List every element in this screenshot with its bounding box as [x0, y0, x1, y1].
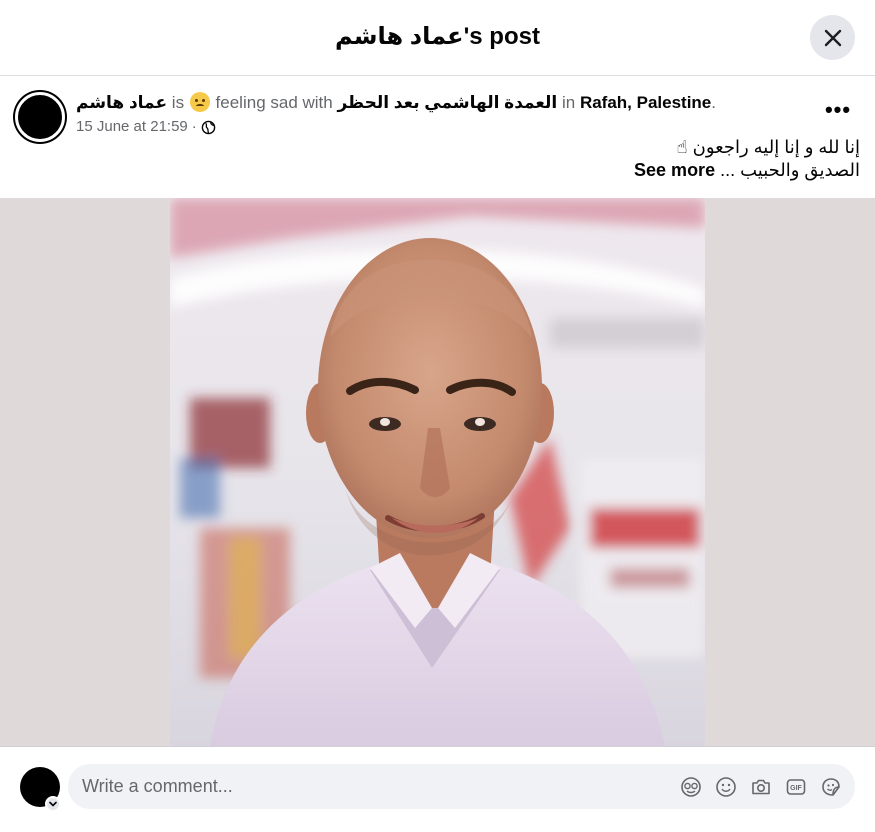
camera-button[interactable] [748, 774, 773, 799]
post-timestamp-row: 15 June at 21:59 · [76, 118, 216, 136]
comment-input[interactable] [82, 764, 662, 809]
more-options-button[interactable]: ••• [820, 99, 856, 130]
comment-actions: GIF [678, 774, 843, 799]
post-text-line-1: إنا لله و إنا إليه راجعون ☝ [676, 137, 860, 157]
avatar-switch-button[interactable] [45, 796, 61, 812]
post-header: عماد هاشم is feeling sad with العمدة اله… [0, 76, 875, 198]
avatar-sticker-icon [680, 776, 701, 797]
post-timestamp[interactable]: 15 June at 21:59 [76, 118, 188, 136]
close-icon [824, 29, 841, 46]
dialog-title: عماد هاشم's post [335, 23, 540, 50]
close-button[interactable] [810, 15, 855, 60]
avatar-sticker-button[interactable] [678, 774, 703, 799]
sticker-icon [821, 777, 840, 796]
post-text-line-2: الصديق والحبيب ... See more [160, 159, 860, 182]
comment-input-container: GIF [68, 764, 855, 809]
gif-icon: GIF [786, 778, 805, 795]
emoji-button[interactable] [713, 774, 738, 799]
sticker-button[interactable] [818, 774, 843, 799]
location-link[interactable]: Rafah, Palestine [580, 93, 711, 112]
post-meta-line: عماد هاشم is feeling sad with العمدة اله… [76, 92, 716, 114]
dialog-header: عماد هاشم's post [0, 0, 875, 76]
tagged-person-link[interactable]: العمدة الهاشمي بعد الحظر [337, 93, 557, 112]
feeling-text: feeling sad with [215, 93, 333, 112]
is-text: is [171, 93, 185, 112]
author-name-link[interactable]: عماد هاشم [76, 93, 167, 112]
sad-face-icon [189, 92, 210, 112]
portrait-illustration [170, 198, 705, 746]
svg-text:GIF: GIF [790, 785, 802, 792]
see-more-link[interactable]: See more [634, 160, 715, 180]
emoji-icon [715, 776, 736, 797]
timestamp-separator: · [191, 118, 197, 135]
post-text-line-2-content: الصديق والحبيب ... [720, 160, 860, 180]
comment-bar: GIF [0, 746, 875, 832]
camera-icon [751, 779, 770, 794]
post-photo-area [0, 198, 875, 746]
author-avatar[interactable] [15, 92, 65, 142]
in-text: in [561, 93, 576, 112]
globe-icon[interactable] [201, 120, 216, 135]
period-text: . [711, 93, 716, 112]
chevron-down-icon [49, 801, 57, 807]
gif-button[interactable]: GIF [783, 774, 808, 799]
post-photo[interactable] [170, 198, 705, 746]
post-text: إنا لله و إنا إليه راجعون ☝ الصديق والحب… [160, 136, 860, 182]
